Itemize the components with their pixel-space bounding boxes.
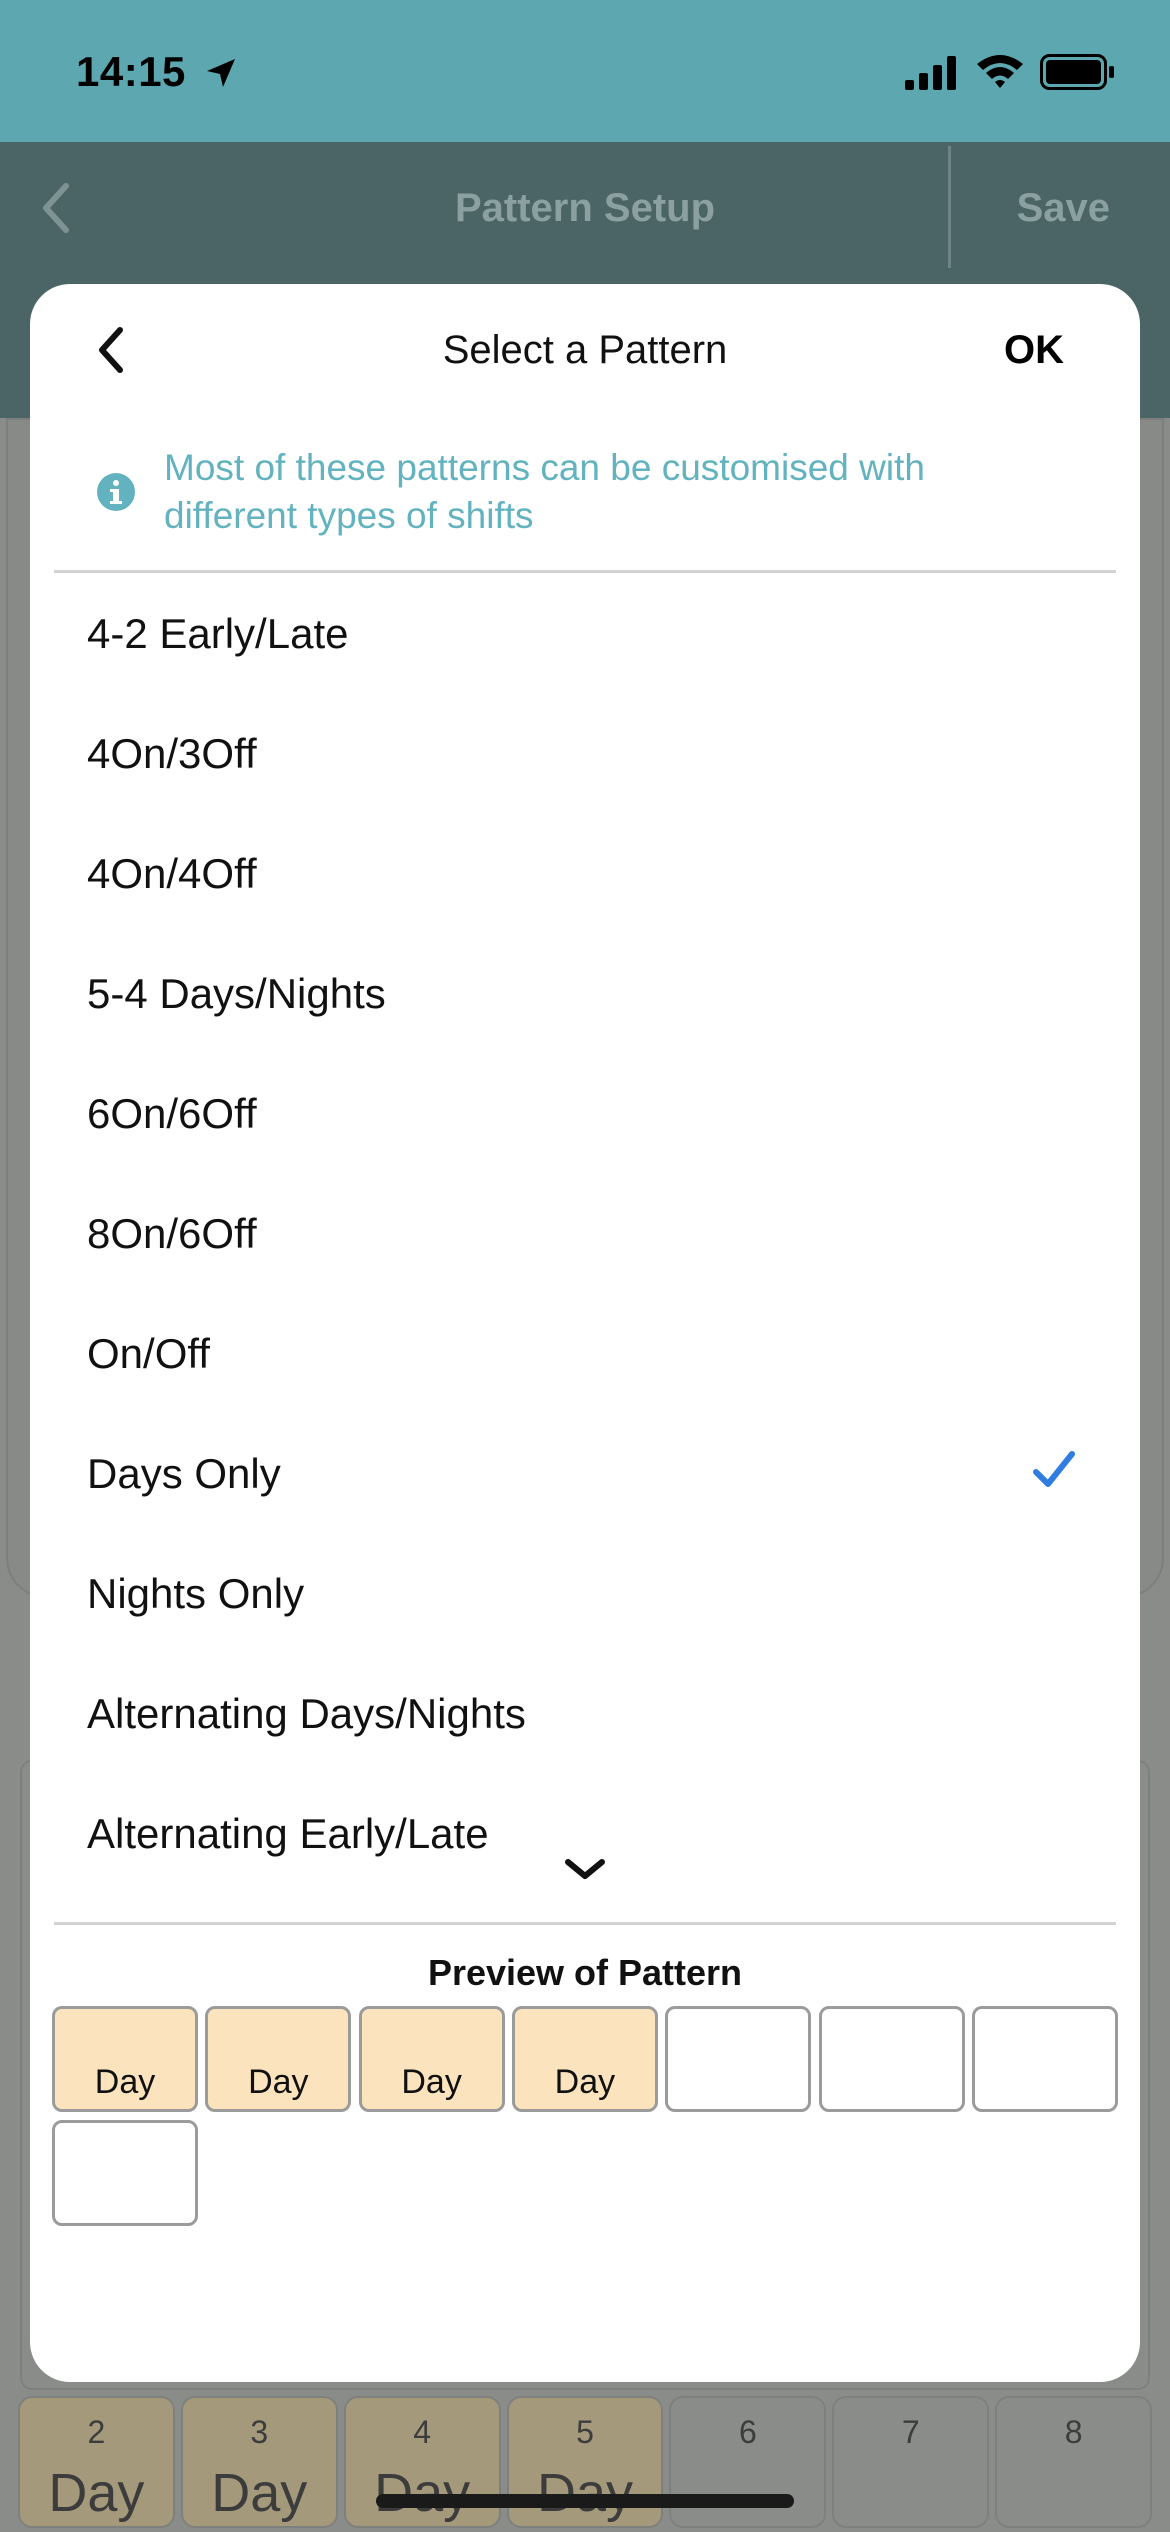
background-day-cell: 3 Day <box>180 2396 338 2528</box>
preview-cell <box>52 2120 198 2226</box>
pattern-option-label: Alternating Days/Nights <box>87 1690 526 1737</box>
background-calendar-row: 2 Day 3 Day 4 Day 5 Day 6 7 8 <box>18 2396 1153 2528</box>
pattern-option-label: 5-4 Days/Nights <box>87 970 386 1017</box>
pattern-option[interactable]: Nights Only <box>30 1536 1140 1656</box>
chevron-down-icon[interactable] <box>562 1856 608 1889</box>
preview-cell <box>818 2006 965 2112</box>
preview-cell <box>665 2006 812 2112</box>
pattern-option-label: 4-2 Early/Late <box>87 610 349 657</box>
preview-cell-label: Day <box>401 2063 462 2101</box>
day-shift-label: Day <box>48 2463 145 2523</box>
preview-cell: Day <box>52 2006 198 2112</box>
pattern-option-label: 4On/4Off <box>87 850 257 897</box>
preview-cell: Day <box>205 2006 352 2112</box>
info-icon <box>96 472 136 517</box>
background-day-cell: 5 Day <box>506 2396 664 2528</box>
home-indicator <box>376 2494 794 2508</box>
modal-title: Select a Pattern <box>442 328 728 372</box>
day-number: 2 <box>87 2414 106 2450</box>
pattern-option-label: 4On/3Off <box>87 730 257 777</box>
pattern-option-label: On/Off <box>87 1330 210 1377</box>
wifi-icon <box>975 52 1025 95</box>
preview-title: Preview of Pattern <box>427 1952 743 1993</box>
pattern-option[interactable]: 4-2 Early/Late <box>30 576 1140 696</box>
nav-divider <box>948 146 951 268</box>
pattern-option[interactable]: 5-4 Days/Nights <box>30 936 1140 1056</box>
day-number: 8 <box>1064 2414 1083 2450</box>
status-time: 14:15 <box>76 48 186 95</box>
page-title: Pattern Setup <box>454 186 716 230</box>
ok-button[interactable]: OK <box>1004 328 1064 373</box>
preview-cell <box>971 2006 1118 2112</box>
battery-icon <box>1040 54 1116 95</box>
pattern-option-label: Alternating Early/Late <box>87 1810 489 1857</box>
location-arrow-icon <box>204 56 238 95</box>
info-message: Most of these patterns can be customised… <box>164 447 925 536</box>
pattern-option-label: 6On/6Off <box>87 1090 257 1137</box>
cellular-signal-icon <box>905 56 961 95</box>
save-button[interactable]: Save <box>1017 186 1110 231</box>
background-day-cell: 6 <box>669 2396 827 2528</box>
pattern-option-label: 8On/6Off <box>87 1210 257 1257</box>
pattern-list[interactable]: 4-2 Early/Late 4On/3Off 4On/4Off 5-4 Days/N… <box>30 574 1140 2138</box>
pattern-option[interactable]: 4On/3Off <box>30 696 1140 816</box>
divider <box>54 570 1116 573</box>
day-number: 7 <box>901 2414 920 2450</box>
background-day-cell: 2 Day <box>18 2396 175 2528</box>
preview-cell-label: Day <box>248 2063 309 2101</box>
divider <box>54 1922 1116 1925</box>
select-pattern-modal: Select a Pattern OK Most of these patter… <box>30 284 1140 2382</box>
day-shift-label: Day <box>374 2463 471 2523</box>
pattern-option-label: Nights Only <box>87 1570 305 1617</box>
checkmark-icon <box>1032 1448 1076 1497</box>
background-day-cell: 4 Day <box>343 2396 501 2528</box>
day-shift-label: Day <box>536 2463 634 2523</box>
pattern-option[interactable]: 4On/4Off <box>30 816 1140 936</box>
background-day-cell: 7 <box>832 2396 990 2528</box>
preview-cell-label: Day <box>554 2063 616 2101</box>
day-number: 5 <box>576 2414 594 2450</box>
pattern-option[interactable]: 8On/6Off <box>30 1176 1140 1296</box>
day-number: 4 <box>413 2414 432 2450</box>
preview-cell: Day <box>358 2006 505 2112</box>
pattern-option[interactable]: Alternating Days/Nights <box>30 1656 1140 1776</box>
day-number: 6 <box>738 2414 757 2450</box>
status-bar: 14:15 <box>0 0 1170 142</box>
pattern-option-label: Days Only <box>87 1450 281 1497</box>
pattern-option[interactable]: 6On/6Off <box>30 1056 1140 1176</box>
preview-cell-label: Day <box>94 2063 156 2101</box>
day-number: 3 <box>250 2414 269 2450</box>
preview-cell: Day <box>511 2006 658 2112</box>
pattern-option[interactable]: Days Only <box>30 1416 1140 1536</box>
pattern-option[interactable]: On/Off <box>30 1296 1140 1416</box>
background-day-cell: 8 <box>995 2396 1153 2528</box>
day-shift-label: Day <box>211 2463 308 2523</box>
